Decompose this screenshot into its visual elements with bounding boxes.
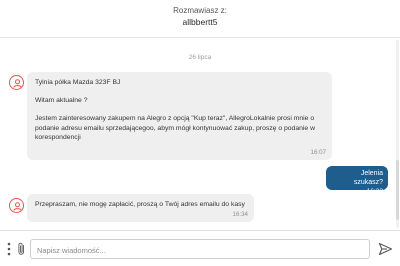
user-icon [13,202,22,211]
message-bubble-outgoing: Jelenia szukasz? 16:32 [326,166,388,195]
paperclip-icon [18,242,24,255]
message-time: 16:32 [366,188,383,195]
message-text: Przepraszam, nie mogę zapłacić, proszą o… [35,201,245,208]
conversation-with-label: Rozmawiasz z: [173,6,227,15]
message-time: 16:07 [310,148,326,156]
message-text: Jelenia szukasz? [353,170,383,186]
more-vertical-icon [7,242,11,256]
message-text: Tylnia półka Mazda 323F BJ [35,79,121,86]
message-bubble-incoming: Tylnia półka Mazda 323F BJ Witam aktualn… [27,72,332,160]
message-text: Witam aktualne ? [35,97,88,105]
message-input-wrapper [30,239,370,260]
message-scrollbar[interactable] [396,40,399,228]
message-composer [0,230,400,266]
more-options-button[interactable] [6,241,12,257]
message-bubble-incoming: Przepraszam, nie mogę zapłacić, proszą o… [27,194,254,222]
send-icon [378,242,393,256]
attach-file-button[interactable] [16,241,27,257]
date-separator: 26 lipca [188,54,212,61]
sender-avatar [9,198,24,213]
message-input[interactable] [31,241,369,260]
sender-avatar [9,75,24,90]
message-text: Jestem zainteresowany zakupem na Alegro … [35,115,315,141]
message-time: 16:34 [232,210,248,218]
conversation-partner-name[interactable]: allbbertt5 [0,17,400,27]
conversation-header: Rozmawiasz z: allbbertt5 [0,0,400,38]
scrollbar-thumb[interactable] [396,160,399,220]
send-button[interactable] [378,242,393,256]
user-icon [13,79,22,88]
